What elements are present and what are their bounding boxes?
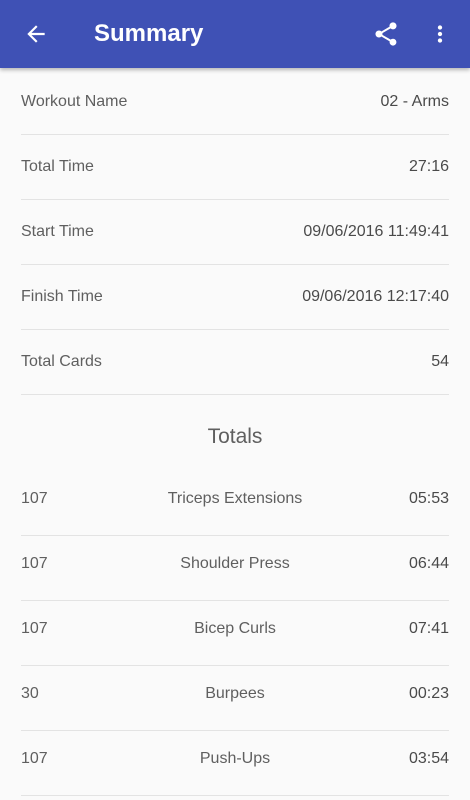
share-button[interactable]: [366, 14, 406, 54]
summary-screen: Summary Workout Name 02 - Arms Total Tim…: [0, 0, 470, 800]
detail-value: 54: [431, 353, 449, 370]
totals-row: 107 Triceps Extensions 05:53: [21, 471, 449, 536]
exercise-time: 00:23: [408, 685, 449, 702]
totals-row: 107 Bicep Curls 07:41: [21, 601, 449, 666]
exercise-time: 05:53: [408, 490, 449, 507]
detail-value: 27:16: [408, 158, 449, 175]
exercise-name: Shoulder Press: [180, 555, 290, 572]
detail-label: Total Time: [21, 158, 94, 175]
totals-heading: Totals: [207, 425, 263, 448]
detail-label: Start Time: [21, 223, 94, 240]
arrow-back-icon: [27, 25, 45, 43]
detail-row-start-time: Start Time 09/06/2016 11:49:41: [21, 200, 449, 265]
share-icon: [375, 22, 397, 46]
totals-row: 30 Burpees 00:23: [21, 666, 449, 731]
exercise-time: 07:41: [408, 620, 449, 637]
detail-value: 02 - Arms: [380, 93, 449, 110]
app-bar: Summary: [0, 0, 470, 68]
summary-content: Workout Name 02 - Arms Total Time 27:16 …: [21, 70, 449, 796]
detail-row-total-cards: Total Cards 54: [21, 330, 449, 395]
exercise-name: Bicep Curls: [194, 620, 276, 637]
exercise-name: Burpees: [205, 685, 265, 702]
detail-row-total-time: Total Time 27:16: [21, 135, 449, 200]
exercise-time: 03:54: [408, 750, 449, 767]
exercise-name: Triceps Extensions: [167, 490, 303, 507]
detail-row-workout-name: Workout Name 02 - Arms: [21, 70, 449, 135]
overflow-menu-button[interactable]: [424, 14, 456, 54]
page-title: Summary: [94, 20, 204, 47]
detail-label: Finish Time: [21, 288, 103, 305]
detail-label: Workout Name: [21, 93, 128, 110]
detail-row-finish-time: Finish Time 09/06/2016 12:17:40: [21, 265, 449, 330]
totals-row: 107 Shoulder Press 06:44: [21, 536, 449, 601]
back-button[interactable]: [16, 14, 56, 54]
more-vert-icon: [437, 25, 443, 43]
exercise-time: 06:44: [408, 555, 449, 572]
detail-label: Total Cards: [21, 353, 102, 370]
exercise-name: Push-Ups: [199, 750, 271, 767]
totals-row: 107 Push-Ups 03:54: [21, 731, 449, 796]
detail-value: 09/06/2016 12:17:40: [302, 288, 449, 305]
detail-value: 09/06/2016 11:49:41: [303, 223, 449, 240]
